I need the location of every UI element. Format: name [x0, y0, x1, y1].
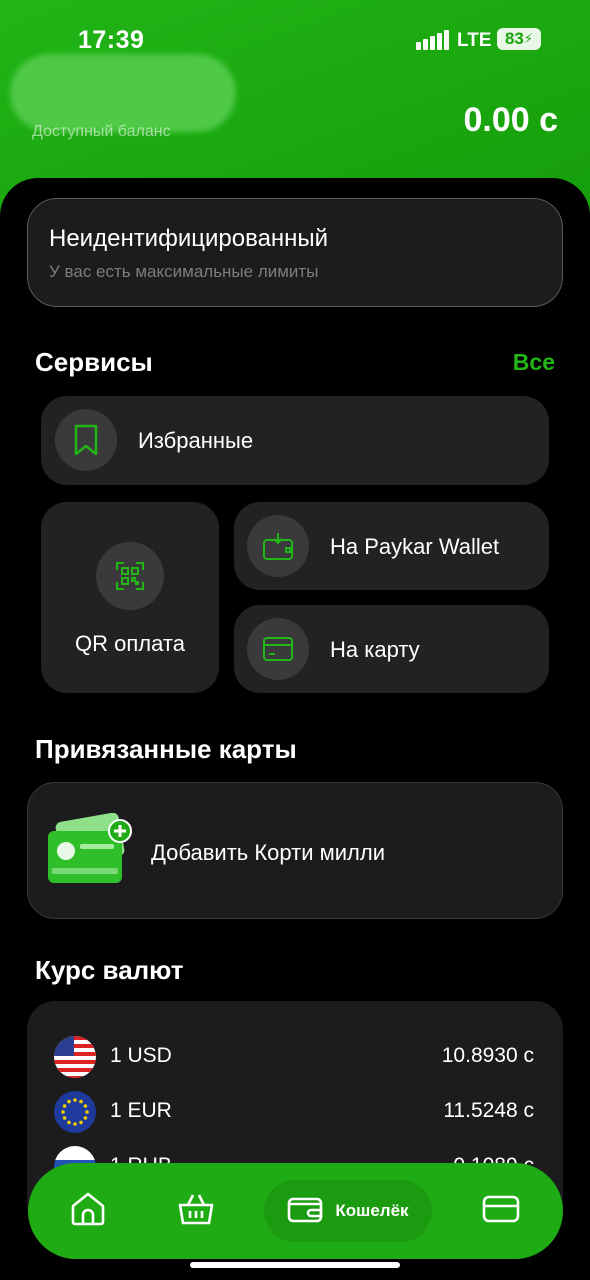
rates-title: Курс валют [35, 955, 184, 985]
to-card-label: На карту [330, 637, 420, 662]
favorites-button[interactable]: Избранные [41, 396, 549, 485]
battery-icon: 83 ⚡ [497, 28, 541, 50]
rate-value: 11.5248 с [443, 1099, 534, 1122]
add-card-button[interactable]: Добавить Корти милли [27, 782, 563, 919]
home-icon [69, 1191, 107, 1232]
identification-title: Неидентифицированный [49, 225, 329, 252]
add-card-label: Добавить Корти милли [151, 840, 385, 865]
rate-value: 10.8930 с [441, 1044, 534, 1067]
nav-card-button[interactable] [469, 1163, 533, 1259]
qr-payment-label: QR оплата [75, 631, 185, 656]
to-wallet-label: На Paykar Wallet [330, 534, 500, 559]
rate-row: 1 EUR 11.5248 с [27, 1089, 563, 1139]
linked-cards-title: Привязанные карты [35, 734, 297, 764]
nav-basket-button[interactable] [164, 1163, 228, 1259]
rate-row: 1 USD 10.8930 с [27, 1034, 563, 1084]
bottom-nav: Кошелёк [28, 1163, 563, 1259]
us-flag-icon [54, 1036, 96, 1078]
nav-home-button[interactable] [56, 1163, 120, 1259]
balance-value: 0.00 с [463, 101, 558, 139]
identification-subtitle: У вас есть максимальные лимиты [49, 262, 319, 281]
blurred-user-name [10, 54, 236, 132]
home-indicator[interactable] [190, 1262, 400, 1268]
to-card-button[interactable]: На карту [234, 605, 549, 693]
status-time: 17:39 [78, 26, 145, 54]
to-wallet-button[interactable]: На Paykar Wallet [234, 502, 549, 590]
services-all-link[interactable]: Все [513, 349, 555, 376]
network-type: LTE [457, 30, 492, 51]
eu-flag-icon [54, 1091, 96, 1133]
wallet-icon [287, 1194, 323, 1229]
nav-wallet-label: Кошелёк [335, 1201, 409, 1220]
services-title: Сервисы [35, 347, 153, 377]
rate-currency: 1 EUR [110, 1099, 172, 1122]
bookmark-icon [55, 409, 117, 471]
add-card-illustration-icon [44, 812, 136, 889]
battery-level: 83 [504, 29, 524, 48]
qr-code-icon [96, 542, 164, 610]
identification-card[interactable]: Неидентифицированный У вас есть максимал… [27, 198, 563, 307]
rate-currency: 1 USD [110, 1044, 172, 1067]
nav-wallet-button[interactable]: Кошелёк [264, 1180, 432, 1242]
card-icon [247, 618, 309, 680]
wallet-transfer-icon [247, 515, 309, 577]
favorites-label: Избранные [138, 428, 254, 453]
basket-icon [177, 1191, 215, 1232]
card-icon [482, 1194, 520, 1229]
signal-icon [416, 30, 449, 50]
qr-payment-button[interactable]: QR оплата [41, 502, 219, 693]
balance-label: Доступный баланс [32, 123, 171, 140]
